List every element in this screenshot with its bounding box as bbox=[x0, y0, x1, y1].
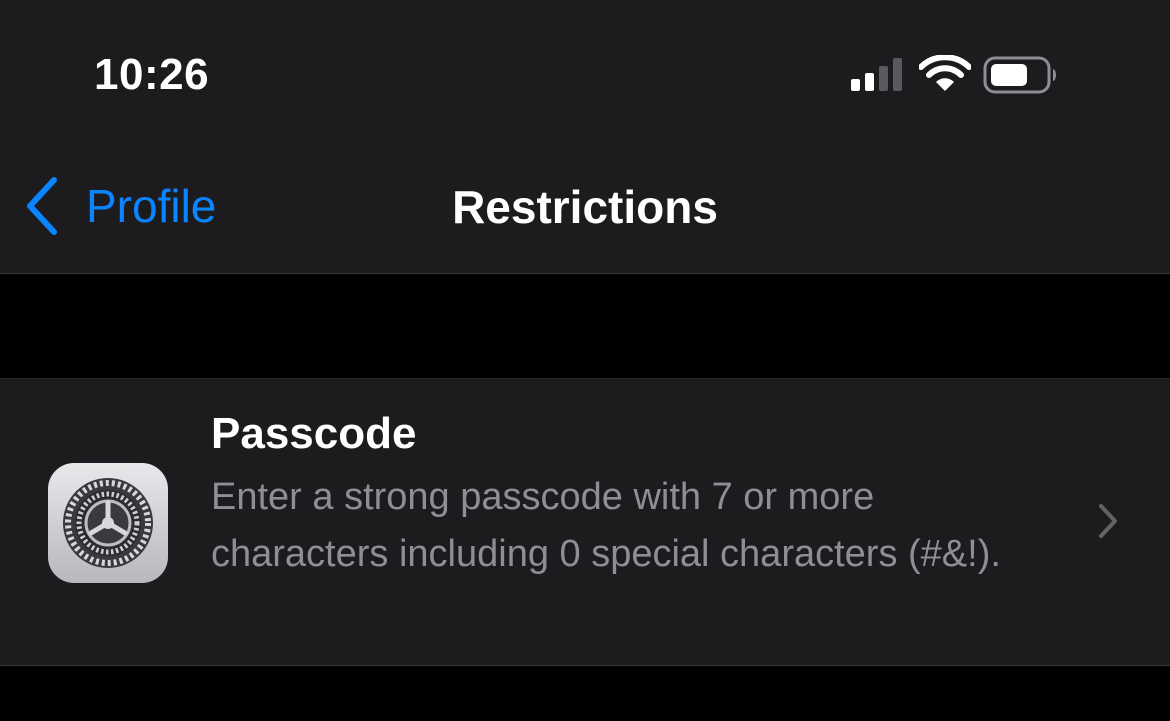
row-subtitle: Enter a strong passcode with 7 or more c… bbox=[211, 476, 1001, 575]
battery-icon bbox=[983, 56, 1056, 94]
navigation-bar: Profile Restrictions bbox=[0, 140, 1170, 274]
passcode-row-text: Passcode Enter a strong passcode with 7 … bbox=[211, 407, 1051, 583]
wifi-icon bbox=[919, 55, 971, 91]
settings-gear-icon bbox=[48, 463, 168, 583]
passcode-row[interactable]: Passcode Enter a strong passcode with 7 … bbox=[0, 378, 1170, 666]
status-time: 10:26 bbox=[94, 50, 210, 99]
row-title: Passcode bbox=[211, 409, 417, 458]
status-bar: 10:26 bbox=[0, 0, 1170, 140]
page-title: Restrictions bbox=[452, 181, 718, 233]
cellular-signal-icon bbox=[851, 58, 902, 91]
chevron-right-icon bbox=[1099, 504, 1117, 538]
